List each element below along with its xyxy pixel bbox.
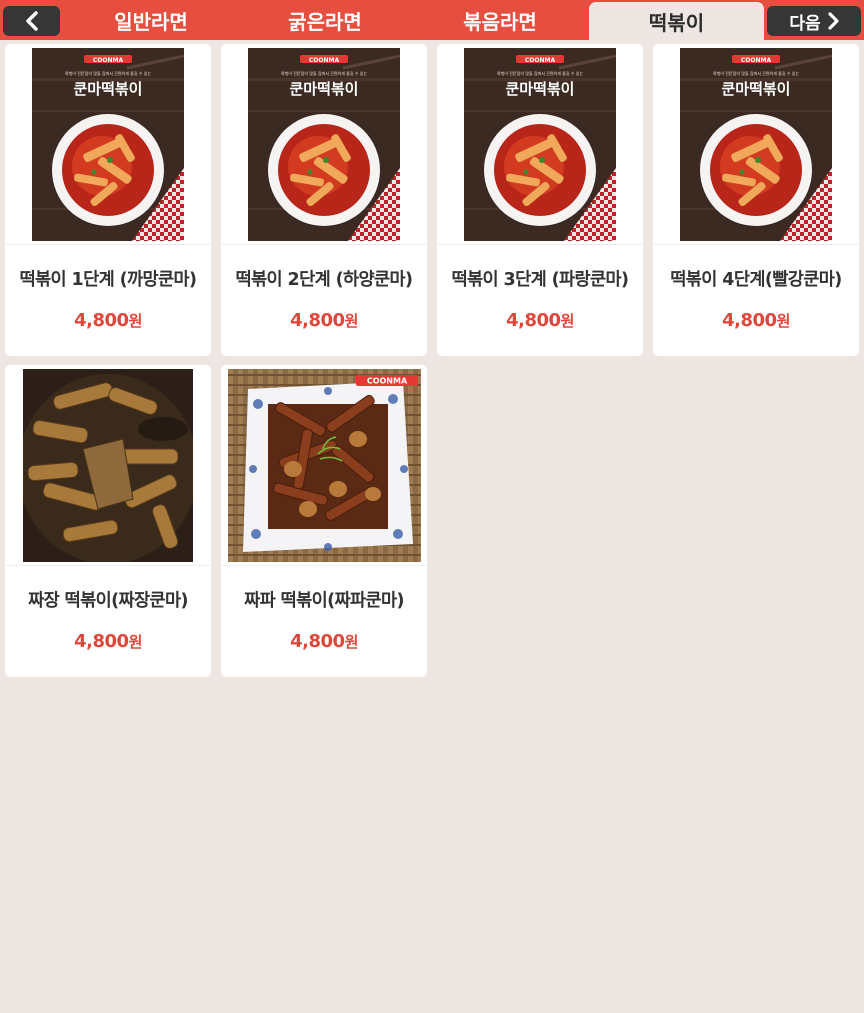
svg-text:떡볶이 전문점의 맛을 집에서 간편하게 즐길 수 있는: 떡볶이 전문점의 맛을 집에서 간편하게 즐길 수 있는 — [497, 70, 583, 76]
svg-text:COONMA: COONMA — [367, 377, 408, 386]
product-image: COONMA 쿤마떡볶이 떡볶이 전문점의 맛을 집에서 간편하게 즐길 수 있… — [437, 44, 643, 245]
product-card[interactable]: COONMA 짜파 떡볶이(짜파쿤마) 4,800원 — [221, 365, 427, 677]
product-image — [5, 365, 211, 566]
jjapa-tteokbokki-image: COONMA — [228, 369, 421, 562]
tab-stir-fried-ramen[interactable]: 볶음라면 — [412, 0, 588, 40]
jjajang-tteokbokki-image — [23, 369, 193, 562]
product-card[interactable]: COONMA 쿤마떡볶이 떡볶이 전문점의 맛을 집에서 간편하게 즐길 수 있… — [437, 44, 643, 356]
product-name: 짜파 떡볶이(짜파쿤마) — [244, 591, 404, 611]
product-image: COONMA 쿤마떡볶이 떡볶이 전문점의 맛을 집에서 간편하게 즐길 수 있… — [653, 44, 859, 245]
tteokbokki-package-image: COONMA 쿤마떡볶이 떡볶이 전문점의 맛을 집에서 간편하게 즐길 수 있… — [248, 48, 400, 241]
product-price: 4,800원 — [74, 631, 142, 652]
product-name: 떡볶이 1단계 (까망쿤마) — [19, 270, 197, 290]
svg-text:COONMA: COONMA — [741, 57, 772, 64]
next-button-label: 다음 — [789, 13, 821, 34]
product-price: 4,800원 — [74, 310, 142, 331]
svg-text:쿤마떡볶이: 쿤마떡볶이 — [721, 80, 790, 98]
svg-text:쿤마떡볶이: 쿤마떡볶이 — [73, 80, 142, 98]
product-price: 4,800원 — [290, 310, 358, 331]
product-card[interactable]: COONMA 쿤마떡볶이 떡볶이 전문점의 맛을 집에서 간편하게 즐길 수 있… — [5, 44, 211, 356]
tab-tteokbokki[interactable]: 떡볶이 — [589, 2, 764, 40]
product-name: 떡볶이 4단계(빨강쿤마) — [670, 270, 842, 290]
svg-text:COONMA: COONMA — [93, 57, 124, 64]
product-image: COONMA 쿤마떡볶이 떡볶이 전문점의 맛을 집에서 간편하게 즐길 수 있… — [5, 44, 211, 245]
product-price: 4,800원 — [290, 631, 358, 652]
chevron-right-icon — [828, 12, 839, 30]
svg-text:떡볶이 전문점의 맛을 집에서 간편하게 즐길 수 있는: 떡볶이 전문점의 맛을 집에서 간편하게 즐길 수 있는 — [713, 70, 799, 76]
category-tab-bar: 일반라면 굵은라면 볶음라면 떡볶이 다음 — [0, 0, 864, 40]
tteokbokki-package-image: COONMA 쿤마떡볶이 떡볶이 전문점의 맛을 집에서 간편하게 즐길 수 있… — [464, 48, 616, 241]
product-image: COONMA 쿤마떡볶이 떡볶이 전문점의 맛을 집에서 간편하게 즐길 수 있… — [221, 44, 427, 245]
tteokbokki-package-image: COONMA 쿤마떡볶이 떡볶이 전문점의 맛을 집에서 간편하게 즐길 수 있… — [680, 48, 832, 241]
product-price: 4,800원 — [722, 310, 790, 331]
svg-text:쿤마떡볶이: 쿤마떡볶이 — [289, 80, 358, 98]
svg-text:COONMA: COONMA — [525, 57, 556, 64]
tteokbokki-package-image: COONMA 쿤마떡볶이 떡볶이 전문점의 맛을 집에서 간편하게 즐길 수 있… — [32, 48, 184, 241]
next-button[interactable]: 다음 — [767, 6, 861, 36]
svg-text:쿤마떡볶이: 쿤마떡볶이 — [505, 80, 574, 98]
svg-text:떡볶이 전문점의 맛을 집에서 간편하게 즐길 수 있는: 떡볶이 전문점의 맛을 집에서 간편하게 즐길 수 있는 — [65, 70, 151, 76]
chevron-left-icon — [25, 11, 38, 31]
product-name: 떡볶이 2단계 (하양쿤마) — [235, 270, 413, 290]
tab-thick-ramen[interactable]: 굵은라면 — [238, 0, 412, 40]
svg-text:떡볶이 전문점의 맛을 집에서 간편하게 즐길 수 있는: 떡볶이 전문점의 맛을 집에서 간편하게 즐길 수 있는 — [281, 70, 367, 76]
product-card[interactable]: COONMA 쿤마떡볶이 떡볶이 전문점의 맛을 집에서 간편하게 즐길 수 있… — [221, 44, 427, 356]
product-card[interactable]: COONMA 쿤마떡볶이 떡볶이 전문점의 맛을 집에서 간편하게 즐길 수 있… — [653, 44, 859, 356]
svg-text:COONMA: COONMA — [309, 57, 340, 64]
product-name: 짜장 떡볶이(짜장쿤마) — [28, 591, 188, 611]
product-name: 떡볶이 3단계 (파랑쿤마) — [451, 270, 629, 290]
prev-button[interactable] — [3, 6, 60, 36]
product-price: 4,800원 — [506, 310, 574, 331]
product-image: COONMA — [221, 365, 427, 566]
product-card[interactable]: 짜장 떡볶이(짜장쿤마) 4,800원 — [5, 365, 211, 677]
tab-general-ramen[interactable]: 일반라면 — [64, 0, 238, 40]
